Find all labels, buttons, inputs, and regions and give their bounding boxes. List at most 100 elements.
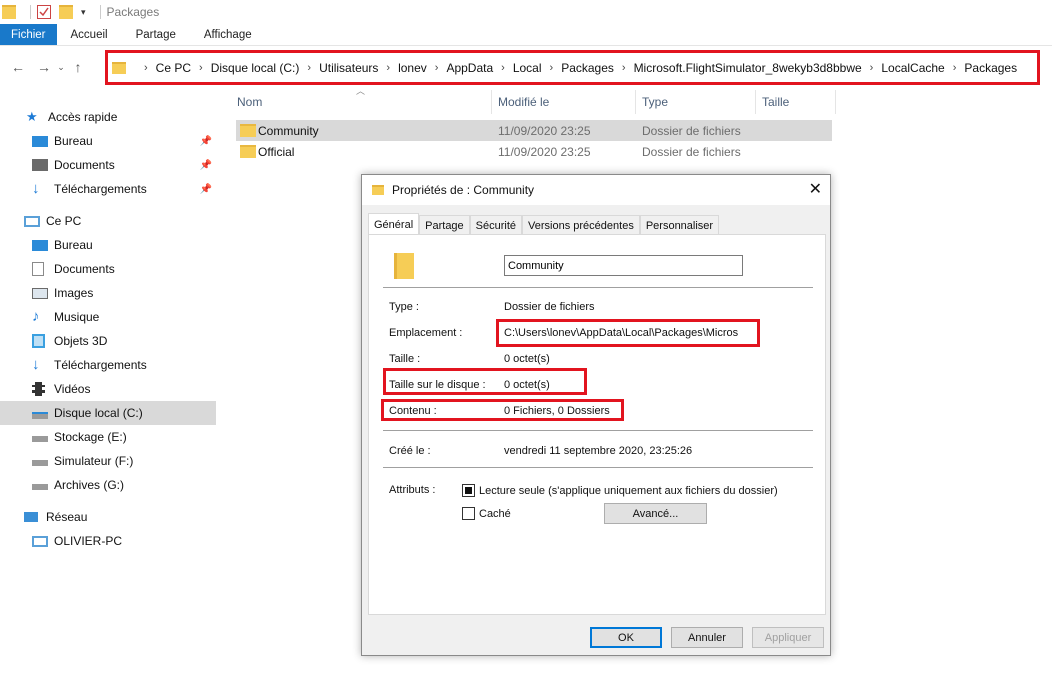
tab-general[interactable]: Général <box>368 213 420 235</box>
divider <box>383 287 813 288</box>
tab-home[interactable]: Accueil <box>57 24 122 45</box>
column-header-type[interactable]: Type <box>642 90 668 114</box>
sidebar-item-documents-pinned[interactable]: Documents 📌 <box>0 153 216 177</box>
sidebar-item-downloads[interactable]: ↓ Téléchargements <box>0 353 216 377</box>
images-icon <box>32 287 48 299</box>
sidebar-item-label: Téléchargements <box>54 358 147 372</box>
sidebar-item-storage-e[interactable]: Stockage (E:) <box>0 425 216 449</box>
sidebar-item-desktop-pinned[interactable]: Bureau 📌 <box>0 129 216 153</box>
ok-button[interactable]: OK <box>590 627 662 648</box>
tab-file[interactable]: Fichier <box>0 24 57 45</box>
window-title: Packages <box>106 5 160 19</box>
chevron-right-icon[interactable]: › <box>501 62 505 74</box>
new-folder-icon[interactable] <box>59 5 73 19</box>
folder-icon <box>2 5 16 19</box>
column-header-size[interactable]: Taille <box>762 90 789 114</box>
advanced-button[interactable]: Avancé... <box>604 503 707 524</box>
chevron-right-icon[interactable]: › <box>870 62 874 74</box>
properties-check-icon[interactable] <box>37 5 51 19</box>
tab-security[interactable]: Sécurité <box>469 215 523 235</box>
sidebar-item-desktop[interactable]: Bureau <box>0 233 216 257</box>
sidebar-item-local-disk-c[interactable]: Disque local (C:) <box>0 401 216 425</box>
chevron-right-icon[interactable]: › <box>435 62 439 74</box>
column-divider[interactable] <box>755 90 756 114</box>
sidebar-item-label: Simulateur (F:) <box>54 454 134 468</box>
properties-dialog: Propriétés de : Community ✕ Général Part… <box>361 174 831 656</box>
close-icon[interactable]: ✕ <box>809 179 822 199</box>
tab-view[interactable]: Affichage <box>190 24 266 45</box>
breadcrumb-this-pc[interactable]: Ce PC <box>156 61 191 75</box>
sidebar-item-this-pc[interactable]: Ce PC <box>0 209 216 233</box>
sidebar-item-label: Disque local (C:) <box>54 406 143 420</box>
breadcrumb-packages[interactable]: Packages <box>561 61 614 75</box>
breadcrumb-localcache[interactable]: LocalCache <box>881 61 944 75</box>
sidebar-item-archives-g[interactable]: Archives (G:) <box>0 473 216 497</box>
hidden-checkbox[interactable] <box>462 507 475 520</box>
tab-customize[interactable]: Personnaliser <box>639 215 720 235</box>
breadcrumb-local-disk[interactable]: Disque local (C:) <box>211 61 300 75</box>
sidebar-item-label: Bureau <box>54 134 93 148</box>
chevron-right-icon[interactable]: › <box>199 62 203 74</box>
tab-sharing[interactable]: Partage <box>419 215 470 235</box>
sidebar-item-documents[interactable]: Documents <box>0 257 216 281</box>
recent-locations-chevron-icon[interactable]: ⌄ <box>54 62 68 73</box>
chevron-right-icon[interactable]: › <box>622 62 626 74</box>
3d-objects-icon <box>32 334 45 348</box>
address-bar[interactable]: › Ce PC › Disque local (C:) › Utilisateurs … <box>105 50 1040 85</box>
breadcrumb-appdata[interactable]: AppData <box>446 61 493 75</box>
tab-share[interactable]: Partage <box>122 24 190 45</box>
chevron-right-icon[interactable]: › <box>386 62 390 74</box>
readonly-checkbox[interactable] <box>462 484 475 497</box>
location-label: Emplacement : <box>389 327 463 339</box>
breadcrumb-flightsimulator[interactable]: Microsoft.FlightSimulator_8wekyb3d8bbwe <box>634 61 862 75</box>
cancel-button[interactable]: Annuler <box>671 627 743 648</box>
sidebar-item-quick-access[interactable]: ★ Accès rapide <box>0 105 216 129</box>
file-row-official[interactable]: Official 11/09/2020 23:25 Dossier de fic… <box>236 141 832 162</box>
column-header-name[interactable]: Nom <box>237 90 262 114</box>
breadcrumb-packages-current[interactable]: Packages <box>964 61 1017 75</box>
pin-icon[interactable]: 📌 <box>200 160 212 171</box>
pin-icon[interactable]: 📌 <box>200 136 212 147</box>
navigation-pane: ★ Accès rapide Bureau 📌 Documents 📌 ↓ Té… <box>0 100 216 688</box>
sidebar-item-images[interactable]: Images <box>0 281 216 305</box>
sidebar-item-label: Stockage (E:) <box>54 430 127 444</box>
sidebar-item-label: Images <box>54 286 94 300</box>
music-icon: ♪ <box>32 308 40 325</box>
sidebar-item-videos[interactable]: Vidéos <box>0 377 216 401</box>
sidebar-item-downloads-pinned[interactable]: ↓ Téléchargements 📌 <box>0 177 216 201</box>
chevron-right-icon[interactable]: › <box>144 62 148 74</box>
folder-name-field[interactable] <box>504 255 743 276</box>
breadcrumb-local[interactable]: Local <box>513 61 542 75</box>
chevron-right-icon[interactable]: › <box>307 62 311 74</box>
column-header-modified[interactable]: Modifié le <box>498 90 549 114</box>
breadcrumb-user[interactable]: lonev <box>398 61 427 75</box>
computer-icon <box>24 215 40 227</box>
pin-icon[interactable]: 📌 <box>200 184 212 195</box>
column-divider[interactable] <box>635 90 636 114</box>
sidebar-item-label: Accès rapide <box>48 110 118 124</box>
title-bar: ▾ Packages <box>0 0 1052 24</box>
size-label: Taille : <box>389 353 421 365</box>
sidebar-item-label: Documents <box>54 158 115 172</box>
dialog-title-bar[interactable]: Propriétés de : Community ✕ <box>362 175 830 205</box>
chevron-right-icon[interactable]: › <box>550 62 554 74</box>
column-divider[interactable] <box>835 90 836 114</box>
up-arrow-icon[interactable]: ↑ <box>68 59 88 75</box>
apply-button[interactable]: Appliquer <box>752 627 824 648</box>
sidebar-item-music[interactable]: ♪ Musique <box>0 305 216 329</box>
file-modified: 11/09/2020 23:25 <box>498 123 591 138</box>
forward-arrow-icon[interactable]: → <box>34 59 54 75</box>
sidebar-item-label: Objets 3D <box>54 334 108 348</box>
videos-icon <box>32 382 45 396</box>
file-row-community[interactable]: Community 11/09/2020 23:25 Dossier de fi… <box>236 120 832 141</box>
sidebar-item-simulator-f[interactable]: Simulateur (F:) <box>0 449 216 473</box>
column-divider[interactable] <box>491 90 492 114</box>
sidebar-item-olivier-pc[interactable]: OLIVIER-PC <box>0 529 216 553</box>
customize-toolbar-icon[interactable]: ▾ <box>81 7 86 18</box>
breadcrumb-users[interactable]: Utilisateurs <box>319 61 378 75</box>
sidebar-item-3d-objects[interactable]: Objets 3D <box>0 329 216 353</box>
tab-previous-versions[interactable]: Versions précédentes <box>522 215 640 235</box>
sidebar-item-network[interactable]: Réseau <box>0 505 216 529</box>
chevron-right-icon[interactable]: › <box>953 62 957 74</box>
back-arrow-icon[interactable]: ← <box>8 59 28 75</box>
